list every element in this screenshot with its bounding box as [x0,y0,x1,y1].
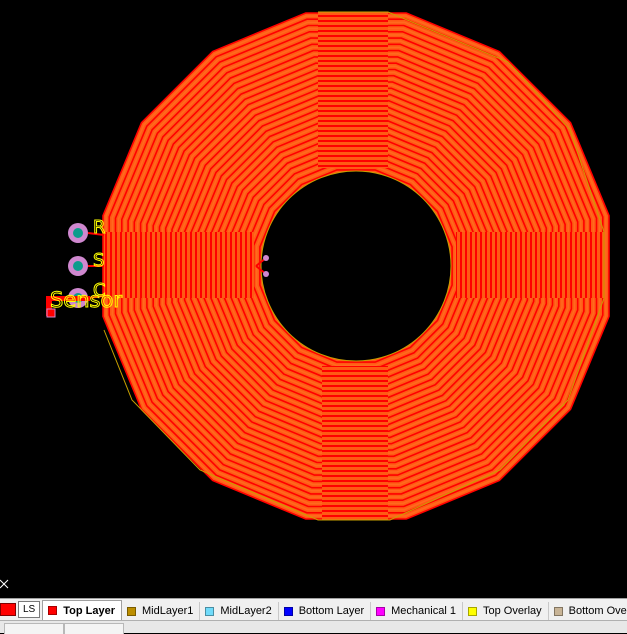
layer-tab-label: Top Overlay [482,605,542,617]
layer-tab-label: Bottom Over [568,605,627,617]
coil-top-straight [318,12,388,168]
layer-color-swatch [467,606,477,616]
layer-tab-top-layer[interactable]: Top Layer [42,600,122,620]
panel-tab-2[interactable] [64,623,124,634]
layer-color-swatch [127,606,136,616]
layer-tab-label: Bottom Layer [298,605,365,617]
layer-color-swatch [376,606,386,616]
layer-tab-midlayer1[interactable]: MidLayer1 [122,602,201,620]
panel-tab-1[interactable] [4,623,64,634]
layer-tab-bar: LS Top Layer MidLayer1 MidLayer2 Bottom Lay… [0,598,627,620]
pad-r[interactable] [68,223,88,243]
current-layer-swatch [0,603,16,616]
layer-set-button[interactable]: LS [18,601,41,618]
pcb-canvas[interactable]: R S C Sensor [0,0,627,598]
coil-inner-hole [261,171,451,361]
coil-left-straight [104,232,254,298]
layer-tab-label: MidLayer2 [220,605,272,617]
layer-tab-label: MidLayer1 [142,605,194,617]
silk-designator: Sensor [50,288,122,312]
layer-color-swatch [283,606,293,616]
layer-tab-top-overlay[interactable]: Top Overlay [463,602,549,620]
layer-set-control[interactable]: LS [0,601,42,618]
layer-tab-midlayer2[interactable]: MidLayer2 [200,602,279,620]
origin-marker [0,579,9,589]
layer-tab-label: Mechanical 1 [391,605,456,617]
coil-bottom-straight [322,366,388,520]
layer-tab-label: Top Layer [63,604,115,617]
silk-label-r: R [93,217,106,238]
layer-color-swatch [48,606,58,615]
layer-color-swatch [205,606,215,616]
status-bar [0,620,627,634]
layer-tab-bottom-overlay[interactable]: Bottom Over [549,602,627,620]
layer-tab-bottom-layer[interactable]: Bottom Layer [279,602,372,620]
silk-label-s: S [93,250,104,271]
coil-right-straight [456,232,604,298]
pad-s[interactable] [68,256,88,276]
layer-color-swatch [553,606,563,616]
layer-tab-mechanical-1[interactable]: Mechanical 1 [371,602,463,620]
